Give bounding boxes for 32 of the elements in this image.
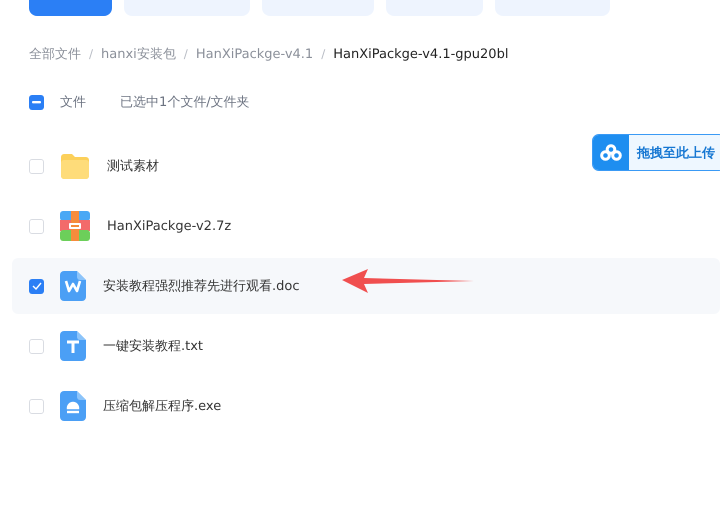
file-name: 一键安装教程.txt xyxy=(103,338,204,355)
selection-status: 已选中1个文件/文件夹 xyxy=(120,94,250,111)
file-row[interactable]: 测试素材 xyxy=(12,138,176,194)
program-file-icon xyxy=(60,391,86,421)
archive-icon xyxy=(60,211,90,241)
file-row[interactable]: 安装教程强烈推荐先进行观看.doc xyxy=(12,258,720,314)
breadcrumb-separator: / xyxy=(321,47,326,61)
drag-upload-label: 拖拽至此上传 xyxy=(637,144,715,162)
checkbox[interactable] xyxy=(29,398,44,414)
file-name: 压缩包解压程序.exe xyxy=(103,398,222,415)
minus-icon xyxy=(32,100,41,104)
file-name: HanXiPackge-v2.7z xyxy=(107,218,232,234)
text-file-icon xyxy=(60,331,86,361)
file-name: 安装教程强烈推荐先进行观看.doc xyxy=(103,278,300,295)
cloud-icon xyxy=(600,144,622,161)
checkbox[interactable] xyxy=(29,278,44,294)
file-row[interactable]: 一键安装教程.txt xyxy=(12,318,220,374)
folder-icon xyxy=(60,153,90,179)
word-document-icon xyxy=(60,271,86,301)
select-all-checkbox[interactable] xyxy=(29,94,44,110)
checkbox[interactable] xyxy=(29,218,44,234)
checkbox[interactable] xyxy=(29,338,44,354)
column-header: 文件 xyxy=(60,94,86,111)
check-icon xyxy=(32,282,42,290)
breadcrumb-separator: / xyxy=(89,47,94,61)
file-name: 测试素材 xyxy=(107,158,159,175)
file-row[interactable]: 压缩包解压程序.exe xyxy=(12,378,238,434)
current-folder: HanXiPackge-v4.1-gpu20bl xyxy=(333,46,508,62)
file-row[interactable]: HanXiPackge-v2.7z xyxy=(12,198,248,254)
breadcrumb-separator: / xyxy=(184,47,188,61)
checkbox[interactable] xyxy=(29,158,44,174)
drag-upload-badge[interactable]: 拖拽至此上传 xyxy=(592,134,720,171)
